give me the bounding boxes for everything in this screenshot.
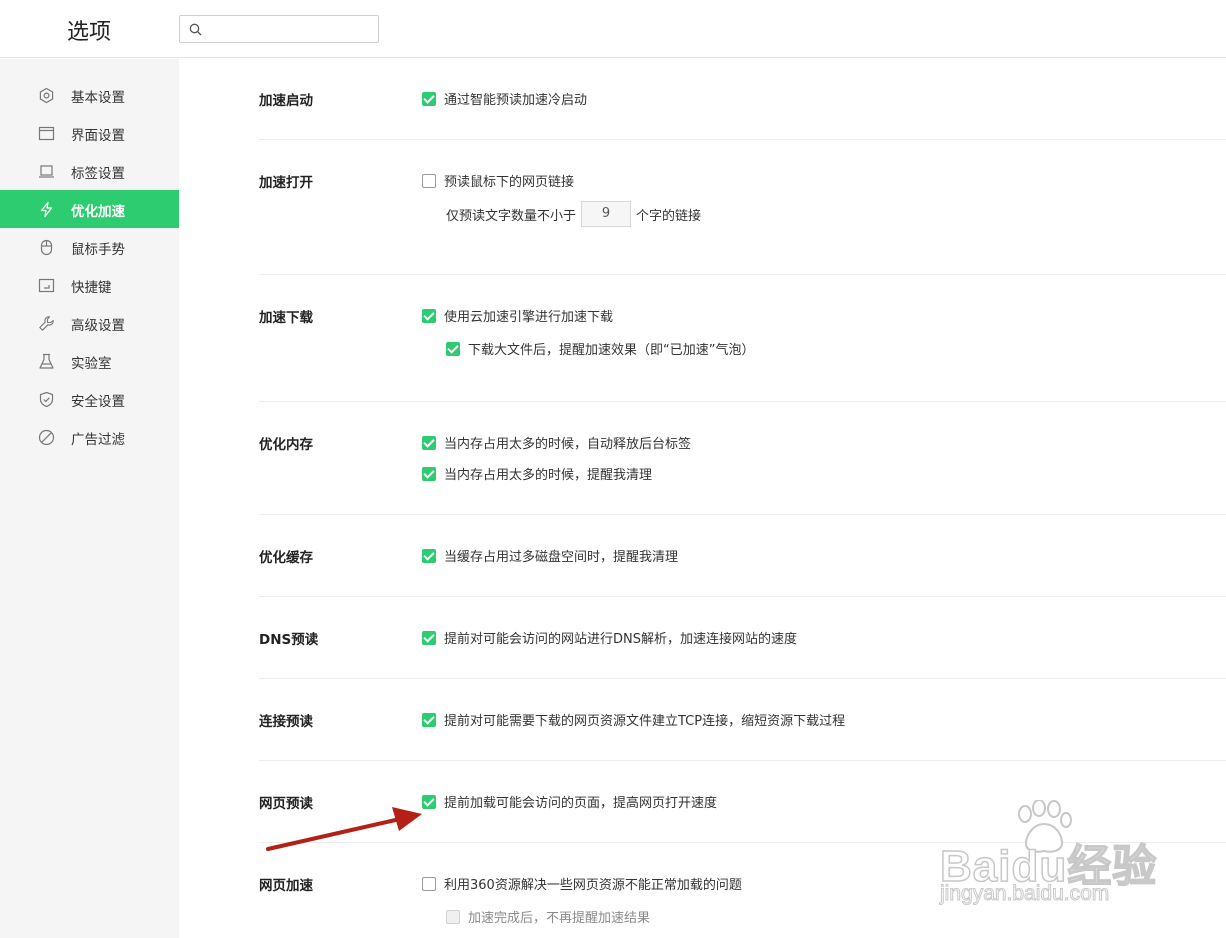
section-title-accel: 网页加速 — [259, 878, 313, 894]
search-box[interactable] — [179, 15, 379, 43]
sidebar-item-label: 界面设置 — [71, 128, 125, 144]
option-tcp-preconnect[interactable]: 提前对可能需要下载的网页资源文件建立TCP连接，缩短资源下载过程 — [422, 710, 845, 729]
section-divider — [259, 596, 1226, 597]
sidebar-item-label: 高级设置 — [71, 318, 125, 334]
option-label: 加速完成后，不再提醒加速结果 — [468, 911, 651, 926]
section-divider — [259, 401, 1226, 402]
checkbox-checked[interactable] — [422, 712, 436, 727]
section-title-launch: 加速启动 — [259, 93, 313, 109]
section-divider — [259, 274, 1226, 275]
option-download-remind[interactable]: 下载大文件后，提醒加速效果（即“已加速”气泡） — [446, 339, 754, 358]
sidebar-item-tabs[interactable]: 标签设置 — [0, 152, 179, 190]
checkbox-checked[interactable] — [422, 308, 436, 323]
baidu-jingyan-watermark: Baidu经验 jingyan.baidu.com — [939, 800, 1170, 915]
sidebar-item-label: 快捷键 — [71, 280, 112, 296]
sidebar-item-security[interactable]: 安全设置 — [0, 380, 179, 418]
arrow-shaft — [266, 817, 402, 851]
option-label: 提前加载可能会访问的页面，提高网页打开速度 — [444, 796, 718, 811]
sidebar-item-basic[interactable]: 基本设置 — [0, 76, 179, 114]
checkbox-checked[interactable] — [422, 630, 436, 645]
sidebar-item-label: 优化加速 — [71, 204, 125, 220]
checkbox-checked[interactable] — [422, 548, 436, 563]
sidebar-item-optimize[interactable]: 优化加速 — [0, 190, 179, 228]
option-label: 当缓存占用过多磁盘空间时，提醒我清理 — [444, 550, 679, 565]
option-360-resource[interactable]: 利用360资源解决一些网页资源不能正常加载的问题 — [422, 874, 742, 893]
option-no-remind-result: 加速完成后，不再提醒加速结果 — [446, 907, 650, 926]
section-title-connect: 连接预读 — [259, 714, 313, 730]
mouse-icon — [40, 239, 53, 256]
option-dns-prefetch[interactable]: 提前对可能会访问的网站进行DNS解析，加速连接网站的速度 — [422, 628, 797, 647]
option-memory-remind[interactable]: 当内存占用太多的时候，提醒我清理 — [422, 464, 652, 483]
option-label: 使用云加速引擎进行加速下载 — [444, 310, 614, 325]
section-title-download: 加速下载 — [259, 310, 313, 326]
option-open-prefetch-links[interactable]: 预读鼠标下的网页链接 — [422, 171, 574, 190]
option-launch-prefetch[interactable]: 通过智能预读加速冷启动 — [422, 89, 587, 108]
min-chars-prefix: 仅预读文字数量不小于 — [446, 208, 577, 224]
annotation-arrow-icon — [266, 807, 422, 851]
sidebar-item-lab[interactable]: 实验室 — [0, 342, 179, 380]
min-chars-row: 仅预读文字数量不小于 9 个字的链接 — [446, 201, 701, 227]
section-title-dns: DNS预读 — [259, 632, 319, 648]
option-label: 下载大文件后，提醒加速效果（即“已加速”气泡） — [468, 343, 755, 358]
flask-icon — [39, 353, 54, 369]
options-header: 选项 — [0, 0, 1226, 58]
checkbox-checked[interactable] — [422, 435, 436, 450]
page-title: 选项 — [67, 20, 112, 45]
sidebar-item-label: 安全设置 — [71, 394, 125, 410]
option-label: 当内存占用太多的时候，自动释放后台标签 — [444, 437, 692, 452]
sidebar-item-label: 基本设置 — [71, 90, 125, 106]
section-title-open: 加速打开 — [259, 175, 313, 191]
section-divider — [259, 760, 1226, 761]
min-chars-input[interactable]: 9 — [581, 201, 632, 227]
checkbox-checked[interactable] — [422, 466, 436, 481]
option-label: 提前对可能会访问的网站进行DNS解析，加速连接网站的速度 — [444, 632, 797, 647]
option-label: 通过智能预读加速冷启动 — [444, 93, 588, 108]
option-memory-release[interactable]: 当内存占用太多的时候，自动释放后台标签 — [422, 433, 691, 452]
sidebar-item-adblock[interactable]: 广告过滤 — [0, 418, 179, 456]
wrench-icon — [39, 316, 54, 331]
section-title-cache: 优化缓存 — [259, 550, 313, 566]
option-label: 利用360资源解决一些网页资源不能正常加载的问题 — [444, 878, 742, 893]
lightning-icon — [40, 201, 53, 218]
sidebar-item-label: 广告过滤 — [71, 432, 125, 448]
search-icon — [189, 23, 202, 36]
watermark-url: jingyan.baidu.com — [939, 882, 1110, 906]
window-icon — [38, 126, 55, 141]
option-label: 预读鼠标下的网页链接 — [444, 175, 575, 190]
sidebar-item-shortcuts[interactable]: 快捷键 — [0, 266, 179, 304]
section-divider — [259, 678, 1226, 679]
checkbox-checked[interactable] — [422, 91, 436, 106]
keyboard-icon — [38, 278, 55, 293]
sidebar: 基本设置 界面设置 标签设置 优化加速 鼠标手势 快捷键 高级设置 实验室 安全… — [0, 59, 179, 938]
option-page-prefetch[interactable]: 提前加载可能会访问的页面，提高网页打开速度 — [422, 792, 717, 811]
section-divider — [259, 139, 1226, 140]
sidebar-item-advanced[interactable]: 高级设置 — [0, 304, 179, 342]
sidebar-item-interface[interactable]: 界面设置 — [0, 114, 179, 152]
section-divider — [259, 514, 1226, 515]
sidebar-item-mouse[interactable]: 鼠标手势 — [0, 228, 179, 266]
checkbox-checked[interactable] — [446, 341, 460, 356]
option-label: 提前对可能需要下载的网页资源文件建立TCP连接，缩短资源下载过程 — [444, 714, 846, 729]
sidebar-item-label: 标签设置 — [71, 166, 125, 182]
arrow-head — [392, 807, 422, 831]
sidebar-item-label: 实验室 — [71, 356, 112, 372]
checkbox-unchecked[interactable] — [422, 173, 436, 188]
section-title-memory: 优化内存 — [259, 437, 313, 453]
gear-icon — [39, 87, 54, 104]
tab-icon — [39, 165, 54, 178]
min-chars-suffix: 个字的链接 — [636, 208, 702, 224]
sidebar-item-label: 鼠标手势 — [71, 242, 125, 258]
option-cache-remind[interactable]: 当缓存占用过多磁盘空间时，提醒我清理 — [422, 546, 678, 565]
option-label: 当内存占用太多的时候，提醒我清理 — [444, 468, 653, 483]
option-download-cloud[interactable]: 使用云加速引擎进行加速下载 — [422, 306, 613, 325]
block-icon — [38, 429, 55, 446]
checkbox-unchecked[interactable] — [422, 876, 436, 891]
shield-icon — [39, 391, 54, 408]
checkbox-disabled — [446, 909, 460, 924]
search-input[interactable] — [208, 19, 373, 39]
